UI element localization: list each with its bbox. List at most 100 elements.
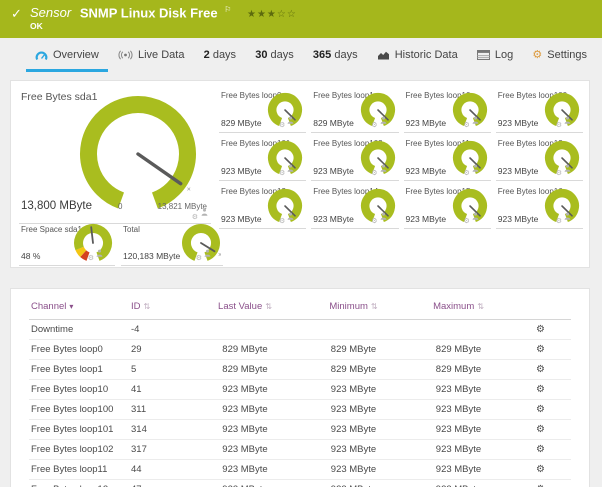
channels-table-body: Downtime -4 ⚙ Free Bytes loop0 29 829 MByte 82… [29,319,571,487]
person-icon[interactable] [472,111,479,129]
gauge-tile-free-bytes-loop13[interactable]: Free Bytes loop13 923 MByte ⚙ [219,183,307,229]
gear-icon[interactable]: ⚙ [556,218,562,225]
person-icon[interactable] [380,111,387,129]
person-icon[interactable] [380,207,387,225]
gauge-tile-free-bytes-loop100[interactable]: Free Bytes loop100 923 MByte ⚙ [495,87,583,133]
table-row-downtime: Downtime -4 ⚙ [29,319,571,340]
tab-2-days[interactable]: 2 days [197,38,243,72]
channel-settings-icon[interactable]: ⚙ [536,384,545,395]
gauge-tile-free-bytes-loop15[interactable]: Free Bytes loop15 923 MByte ⚙ [403,183,491,229]
cell-channel: Free Bytes loop100 [29,399,129,420]
tab-live-data[interactable]: Live Data [111,38,191,72]
cell-maximum: 923 MByte [406,459,511,480]
gear-icon[interactable]: ⚙ [556,122,562,129]
gauges-panel: Free Bytes sda1 × 13,800 MByte 0 13,821 … [10,80,590,268]
gauge-value: 829 MByte [313,118,354,128]
gear-icon[interactable]: ⚙ [196,255,202,262]
tab-log[interactable]: Log [470,38,520,72]
cell-settings: ⚙ [511,459,571,480]
gauge-tile-free-space-sda1[interactable]: Free Space sda1×48 %⚙ [19,218,115,266]
tab-overview[interactable]: Overview [26,38,108,72]
gauge-value: 923 MByte [405,118,447,128]
gauge-value: 829 MByte [221,118,262,128]
gear-icon[interactable]: ⚙ [463,122,469,129]
tab-settings[interactable]: ⚙ Settings [525,38,594,72]
svg-text:×: × [88,223,92,225]
priority-stars[interactable]: ★★★☆☆ [247,9,297,20]
gauge-tile-total[interactable]: Total × 120,183 MByte ⚙ [121,221,223,266]
channel-settings-icon[interactable]: ⚙ [536,424,545,435]
gear-icon[interactable]: ⚙ [463,218,469,225]
cell-channel: Free Bytes loop101 [29,419,129,440]
gear-icon[interactable]: ⚙ [279,218,285,225]
tab-label: 30 days [255,49,294,61]
tab-historic-data[interactable]: Historic Data [370,38,465,72]
gear-icon[interactable]: ⚙ [463,170,469,177]
person-icon[interactable] [472,159,479,177]
table-row-free-bytes-loop101: Free Bytes loop101 314 923 MByte 923 MByte 9… [29,419,571,440]
channel-settings-icon[interactable]: ⚙ [536,364,545,375]
channel-settings-icon[interactable]: ⚙ [536,344,545,355]
person-icon[interactable] [564,207,571,225]
channels-panel: Channel ▾ ID ⇅ Last Value ⇅ Minimum ⇅ Maximum ⇅ D… [10,288,590,487]
cell-id: 29 [129,339,189,360]
column-header-minimum[interactable]: Minimum ⇅ [301,295,406,320]
channel-settings-icon[interactable]: ⚙ [536,324,545,335]
person-icon[interactable] [380,159,387,177]
channel-settings-icon[interactable]: ⚙ [536,464,545,475]
person-icon[interactable] [96,244,103,262]
cell-minimum: 923 MByte [301,459,406,480]
person-icon[interactable] [472,207,479,225]
cell-last-value [189,319,301,340]
cell-id: 317 [129,439,189,460]
gear-icon[interactable]: ⚙ [88,255,94,262]
channel-settings-icon[interactable]: ⚙ [536,404,545,415]
gear-icon[interactable]: ⚙ [279,170,285,177]
gauge-tile-free-bytes-loop11[interactable]: Free Bytes loop11 923 MByte ⚙ [403,135,491,181]
cell-channel: Free Bytes loop11 [29,459,129,480]
svg-text:×: × [218,252,221,259]
gauge-tile-free-bytes-loop0[interactable]: Free Bytes loop0 829 MByte ⚙ [219,87,307,133]
person-icon[interactable] [204,244,211,262]
gauge-tile-free-bytes-loop101[interactable]: Free Bytes loop101 923 MByte ⚙ [219,135,307,181]
person-icon[interactable] [564,159,571,177]
gear-icon[interactable]: ⚙ [371,170,377,177]
tile-icons: ⚙ [371,159,386,177]
gauge-tile-free-bytes-loop102[interactable]: Free Bytes loop102 923 MByte ⚙ [311,135,399,181]
channels-table-head: Channel ▾ ID ⇅ Last Value ⇅ Minimum ⇅ Maximum ⇅ [29,295,571,320]
column-header-channel[interactable]: Channel ▾ [29,295,129,320]
gear-icon[interactable]: ⚙ [371,218,377,225]
channel-settings-icon[interactable]: ⚙ [536,444,545,455]
gauge-tile-free-bytes-sda1[interactable]: Free Bytes sda1 × 13,800 MByte 0 13,821 … [19,87,211,224]
settings-icon: ⚙ [532,48,543,61]
tab-30-days[interactable]: 30 days [248,38,301,72]
tile-icons: ⚙ [463,111,479,129]
cell-minimum: 923 MByte [301,419,406,440]
gauge-tile-free-bytes-loop14[interactable]: Free Bytes loop14 923 MByte ⚙ [311,183,399,229]
person-icon[interactable] [287,111,294,129]
gauge-tile-free-bytes-loop1[interactable]: Free Bytes loop1 829 MByte ⚙ [311,87,399,133]
tab-label: Overview [53,49,99,61]
person-icon[interactable] [287,159,294,177]
column-header-maximum[interactable]: Maximum ⇅ [406,295,511,320]
person-icon[interactable] [564,111,571,129]
person-icon[interactable] [287,207,294,225]
gear-icon[interactable]: ⚙ [556,170,562,177]
gauge-tile-free-bytes-loop12[interactable]: Free Bytes loop12 923 MByte ⚙ [495,135,583,181]
column-header-id[interactable]: ID ⇅ [129,295,189,320]
gauge-tile-free-bytes-loop16[interactable]: Free Bytes loop16 923 MByte ⚙ [495,183,583,229]
gear-icon[interactable]: ⚙ [192,214,198,221]
tab-365-days[interactable]: 365 days [306,38,365,72]
cell-last-value: 923 MByte [189,439,301,460]
cell-maximum: 923 MByte [406,439,511,460]
cell-settings: ⚙ [511,319,571,340]
person-icon[interactable] [201,203,208,221]
gauge-tile-free-bytes-loop10[interactable]: Free Bytes loop10 923 MByte ⚙ [403,87,491,133]
cell-last-value: 923 MByte [189,399,301,420]
gear-icon[interactable]: ⚙ [371,122,377,129]
cell-minimum: 923 MByte [301,399,406,420]
gear-icon[interactable]: ⚙ [279,122,285,129]
flag-icon[interactable]: ⚐ [224,5,231,14]
cell-settings: ⚙ [511,399,571,420]
column-header-last-value[interactable]: Last Value ⇅ [189,295,301,320]
